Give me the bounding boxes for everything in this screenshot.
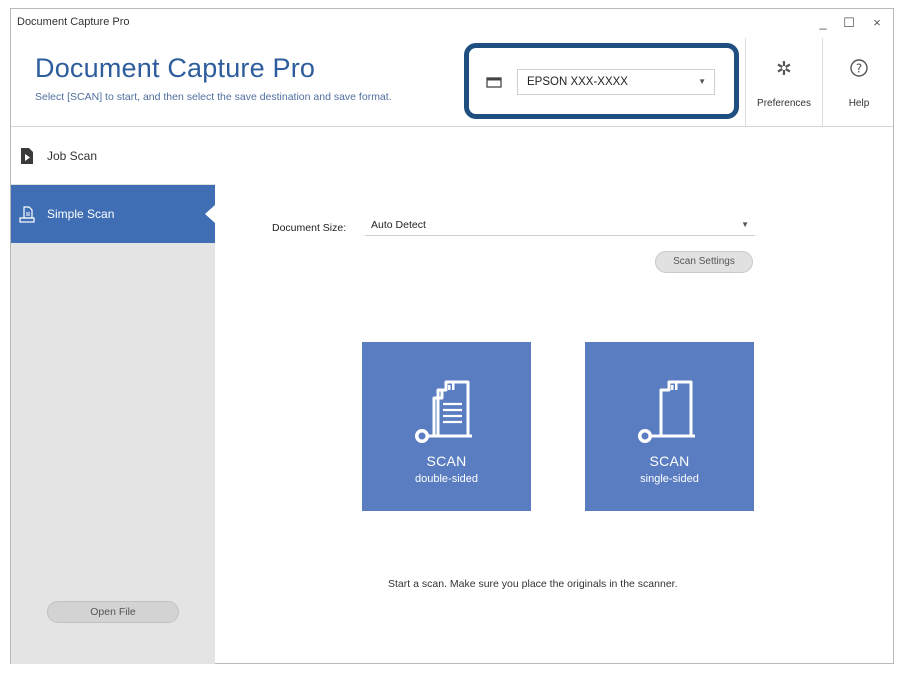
maximize-button[interactable]: ☐ (839, 14, 859, 32)
sidebar-item-simple-scan[interactable]: Simple Scan (11, 185, 215, 243)
scanner-dropdown[interactable]: EPSON XXX-XXXX ▼ (517, 69, 715, 95)
scanner-icon (486, 77, 502, 88)
scan-subtitle: single-sided (640, 473, 699, 485)
title-bar: Document Capture Pro _ ☐ × (11, 9, 893, 37)
preferences-button[interactable]: ✲ Preferences (745, 38, 822, 126)
window-title: Document Capture Pro (17, 16, 130, 28)
scan-settings-button[interactable]: Scan Settings (655, 251, 753, 273)
minimize-button[interactable]: _ (813, 14, 833, 32)
single-sided-scan-icon (638, 380, 695, 443)
help-button[interactable]: ? Help (822, 38, 895, 126)
gear-icon: ✲ (776, 59, 792, 80)
chevron-down-icon: ▼ (741, 220, 749, 229)
scanner-selector-highlight: EPSON XXX-XXXX ▼ (464, 43, 739, 119)
app-window: Document Capture Pro _ ☐ × Document Capt… (10, 8, 894, 664)
open-file-button[interactable]: Open File (47, 601, 179, 623)
scanner-dropdown-value: EPSON XXX-XXXX (527, 76, 628, 88)
app-title: Document Capture Pro (35, 53, 316, 83)
scan-hint: Start a scan. Make sure you place the or… (388, 578, 678, 590)
close-button[interactable]: × (867, 14, 887, 32)
scan-single-sided-button[interactable]: SCAN single-sided (585, 342, 754, 511)
sidebar-item-job-scan[interactable]: Job Scan (11, 127, 215, 185)
job-scan-icon (21, 148, 33, 164)
selection-indicator (205, 205, 215, 223)
help-icon: ? (850, 59, 868, 77)
double-sided-scan-icon (415, 380, 472, 443)
simple-scan-icon (19, 206, 35, 223)
sidebar-item-label: Simple Scan (47, 207, 115, 221)
preferences-label: Preferences (757, 98, 811, 109)
scan-title: SCAN (426, 453, 467, 469)
document-size-dropdown[interactable]: Auto Detect ▼ (365, 214, 755, 236)
scan-double-sided-button[interactable]: SCAN double-sided (362, 342, 531, 511)
sidebar: Job Scan Simple Scan Open File (11, 127, 215, 664)
app-header: Document Capture Pro Select [SCAN] to st… (11, 37, 893, 127)
document-size-value: Auto Detect (371, 219, 426, 231)
chevron-down-icon: ▼ (698, 77, 706, 86)
sidebar-item-label: Job Scan (47, 149, 98, 163)
scan-subtitle: double-sided (415, 473, 478, 485)
help-label: Help (848, 98, 870, 109)
main-panel: Document Size: Auto Detect ▼ Scan Settin… (215, 127, 895, 664)
svg-text:?: ? (856, 62, 862, 76)
scan-title: SCAN (649, 453, 690, 469)
document-size-label: Document Size: (272, 222, 347, 234)
app-subtitle: Select [SCAN] to start, and then select … (35, 91, 392, 103)
